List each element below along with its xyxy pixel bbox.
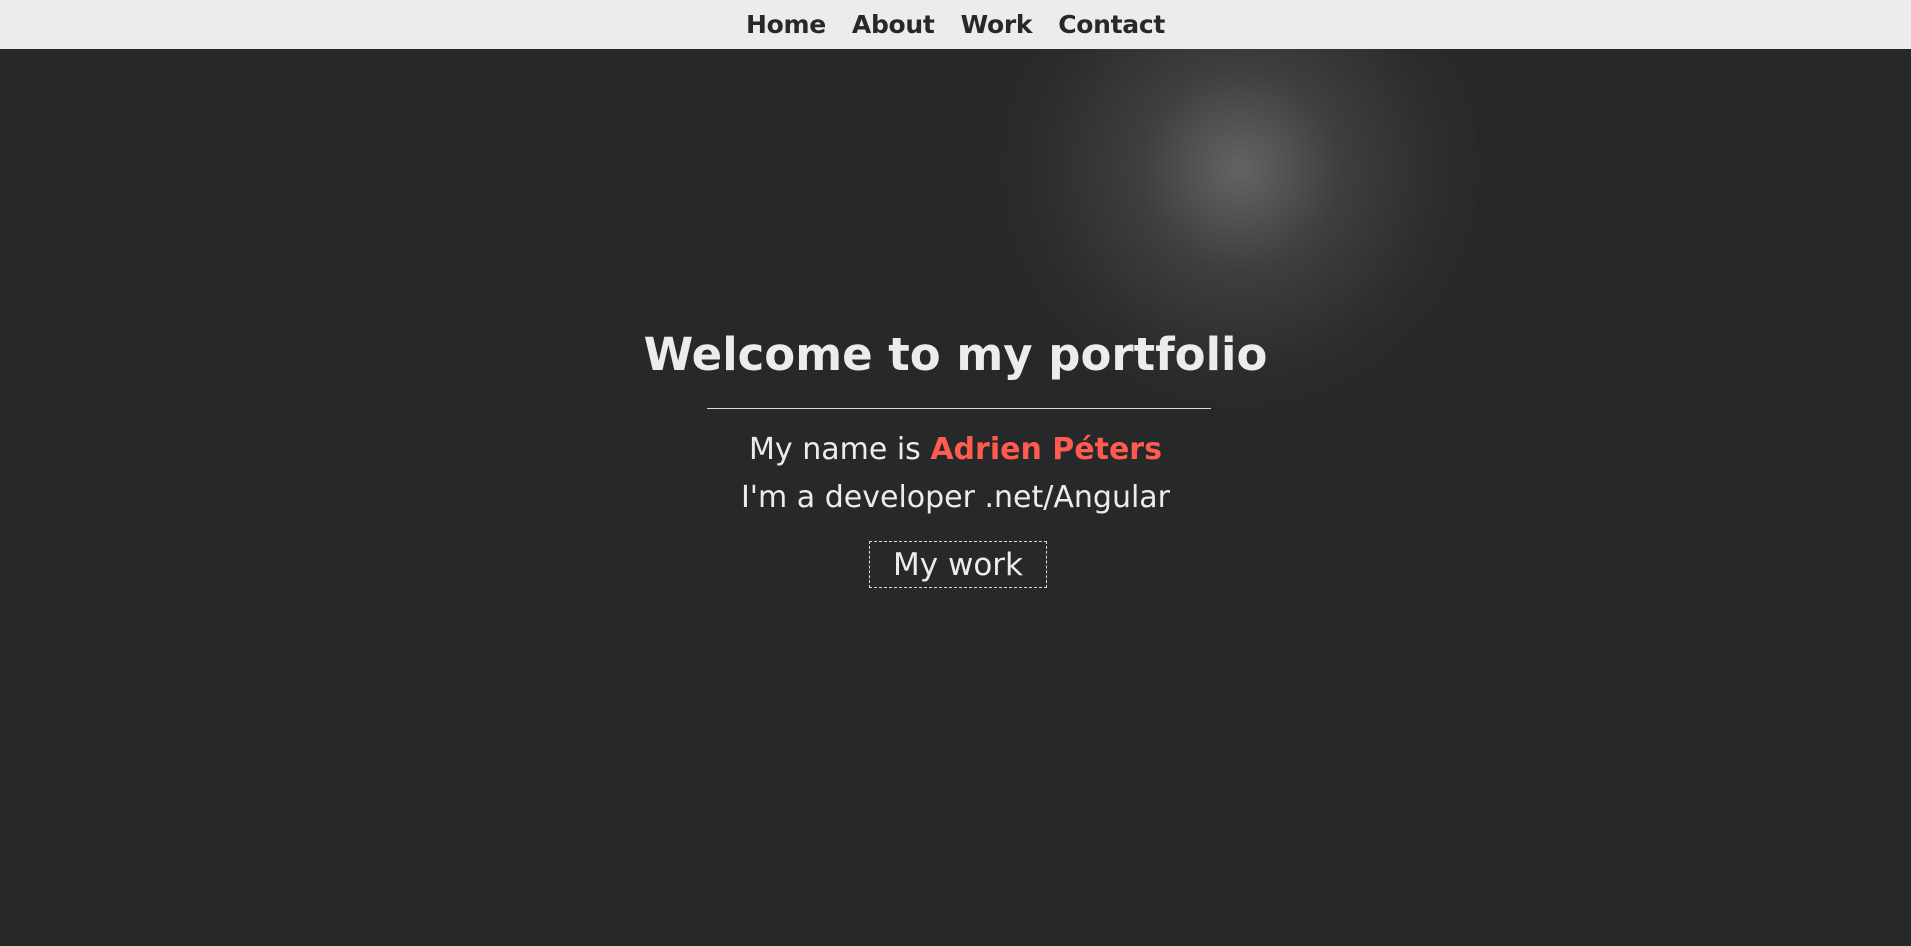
nav-contact-link[interactable]: Contact [1058,10,1165,39]
intro-prefix: My name is [749,432,931,467]
nav-work-link[interactable]: Work [961,10,1033,39]
intro-line: My name is Adrien Péters [0,432,1911,467]
title-divider [707,408,1211,409]
page-title: Welcome to my portfolio [643,328,1268,381]
top-navigation: Home About Work Contact [0,0,1911,49]
my-work-button[interactable]: My work [869,541,1047,588]
nav-home-link[interactable]: Home [746,10,826,39]
nav-about-link[interactable]: About [852,10,935,39]
role-line: I'm a developer .net/Angular [740,480,1171,515]
author-name: Adrien Péters [930,432,1162,467]
